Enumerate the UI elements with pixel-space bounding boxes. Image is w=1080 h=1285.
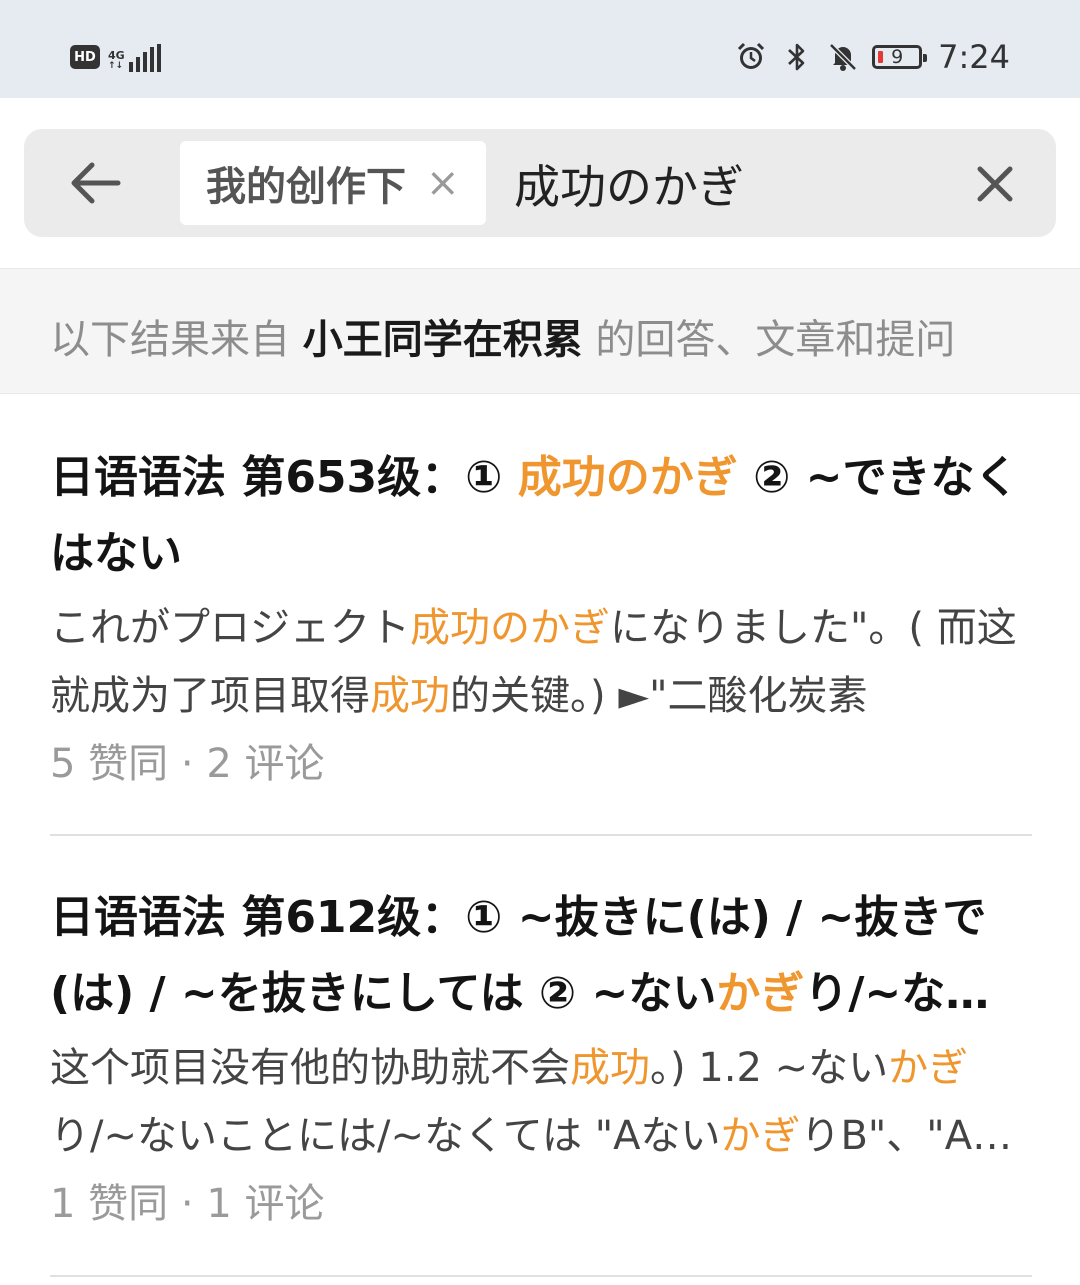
back-arrow-icon xyxy=(71,162,121,204)
divider xyxy=(50,834,1032,836)
result-title[interactable]: 日语语法 第653级：① 成功のかぎ ② ~できなくはない xyxy=(50,440,1032,592)
network-type: 4G ↑↓ xyxy=(108,49,125,71)
search-input[interactable]: 成功のかぎ xyxy=(514,151,744,217)
source-description: 以下结果来自 小王同学在积累 的回答、文章和提问 xyxy=(50,307,955,365)
hd-badge: HD xyxy=(70,45,100,69)
comments-count: 2 评论 xyxy=(206,741,325,787)
comments-count: 1 评论 xyxy=(206,1181,325,1227)
clear-search-button[interactable] xyxy=(970,159,1020,209)
back-button[interactable] xyxy=(64,153,128,213)
result-item[interactable]: 日语语法 第612级：① ~抜きに(は) / ~抜きで(は) / ~を抜きにして… xyxy=(50,880,1032,1238)
scope-label: 我的创作下 xyxy=(206,164,406,210)
battery-icon: 9 xyxy=(872,45,928,69)
result-meta: 1 赞同 · 1 评论 xyxy=(50,1181,325,1227)
result-title[interactable]: 日语语法 第612级：① ~抜きに(は) / ~抜きで(は) / ~を抜きにして… xyxy=(50,880,1032,1032)
network-indicator: 4G ↑↓ xyxy=(108,42,161,72)
close-icon xyxy=(977,166,1013,202)
bell-off-icon xyxy=(826,40,860,74)
divider xyxy=(50,1275,1032,1277)
result-snippet: これがプロジェクト成功のかぎになりました"。( 而这就成为了项目取得成功的关键。… xyxy=(50,605,1017,719)
bluetooth-icon xyxy=(780,40,814,74)
source-author[interactable]: 小王同学在积累 xyxy=(303,317,583,363)
status-left: HD 4G ↑↓ xyxy=(70,42,161,72)
alarm-icon xyxy=(734,40,768,74)
status-bar: HD 4G ↑↓ 9 7:24 xyxy=(0,0,1080,98)
search-header: 我的创作下 × 成功のかぎ xyxy=(0,98,1080,268)
search-box[interactable]: 我的创作下 × 成功のかぎ xyxy=(24,129,1056,237)
source-bar: 以下结果来自 小王同学在积累 的回答、文章和提问 xyxy=(0,268,1080,394)
scope-chip[interactable]: 我的创作下 × xyxy=(180,141,486,225)
result-item[interactable]: 日语语法 第653级：① 成功のかぎ ② ~できなくはない これがプロジェクト成… xyxy=(50,440,1032,798)
scope-close-icon[interactable]: × xyxy=(426,160,460,206)
clock: 7:24 xyxy=(938,38,1010,76)
result-meta: 5 赞同 · 2 评论 xyxy=(50,741,325,787)
likes-count: 5 赞同 xyxy=(50,741,169,787)
source-suffix: 的回答、文章和提问 xyxy=(582,317,956,363)
result-snippet: 这个项目没有他的协助就不会成功。) 1.2 ~ないかぎり/~ないことには/~なく… xyxy=(50,1045,1013,1159)
signal-icon xyxy=(128,44,161,72)
likes-count: 1 赞同 xyxy=(50,1181,169,1227)
status-right: 9 7:24 xyxy=(734,38,1010,76)
source-prefix: 以下结果来自 xyxy=(50,317,303,363)
